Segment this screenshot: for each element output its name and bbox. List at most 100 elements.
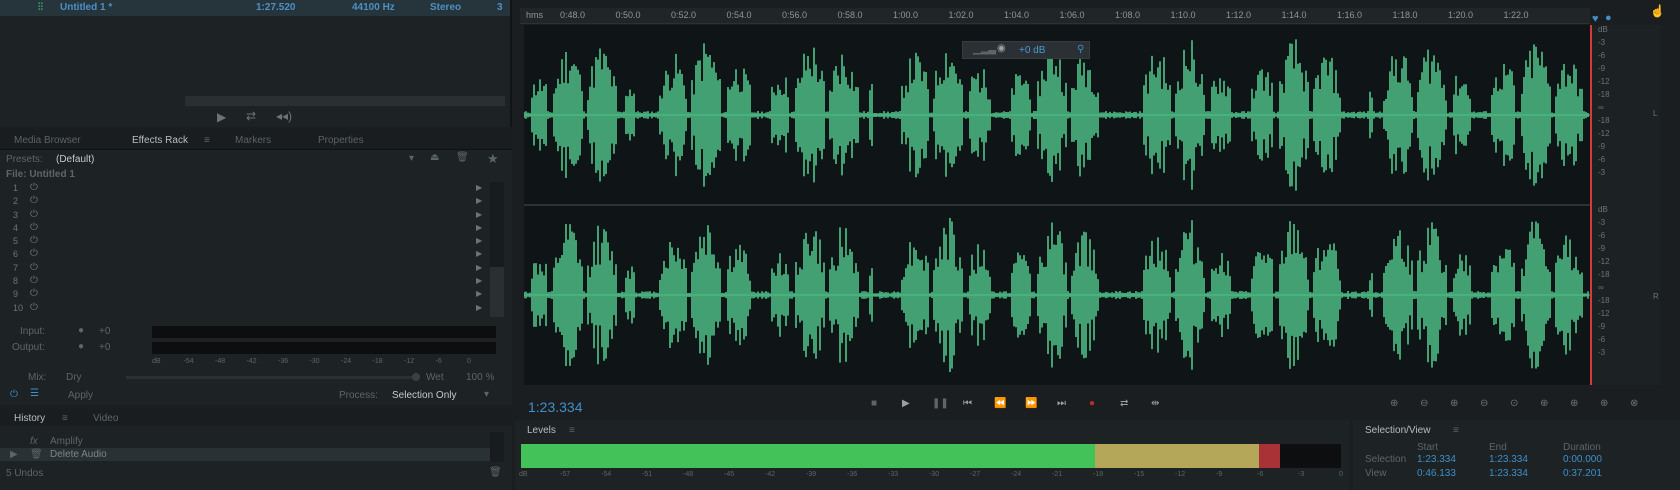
slot-arrow-icon[interactable]: ▶	[476, 289, 482, 298]
slots-scrollbar[interactable]	[490, 182, 504, 317]
effect-slot[interactable]: 5 ⏻ ▶	[8, 235, 488, 248]
tab-effects-rack[interactable]: Effects Rack	[132, 135, 188, 146]
view-end[interactable]: 1:23.334	[1489, 468, 1528, 479]
zoom-full-icon[interactable]: ⊙	[1510, 398, 1518, 409]
power-icon[interactable]: ⏻	[30, 302, 38, 313]
power-icon[interactable]: ⏻	[30, 288, 38, 299]
view-duration[interactable]: 0:37.201	[1563, 468, 1602, 479]
file-row[interactable]: ⫶⫶ Untitled 1 * 1:27.520 44100 Hz Stereo…	[0, 0, 510, 16]
effect-slot[interactable]: 2 ⏻ ▶	[8, 195, 488, 208]
play-button-icon[interactable]: ▶	[902, 398, 910, 409]
selection-duration[interactable]: 0:00.000	[1563, 454, 1602, 465]
fast-forward-icon[interactable]: ⏩	[1025, 398, 1037, 409]
channel-waveform[interactable]	[523, 217, 1589, 373]
selection-view-menu-icon[interactable]: ≡	[1453, 425, 1459, 436]
zoom-in-amplitude-icon[interactable]: ⊕	[1390, 398, 1398, 409]
pause-icon[interactable]: ❚❚	[932, 398, 949, 409]
process-dropdown[interactable]: Selection Only	[392, 390, 456, 401]
record-icon[interactable]: ●	[1089, 398, 1095, 409]
power-icon[interactable]: ⏻	[30, 195, 38, 206]
time-ruler[interactable]: hms 0:48.0 0:50.0 0:52.0 0:54.0 0:56.0 0:58.0 1…	[520, 8, 1590, 24]
delete-preset-icon[interactable]: 🗑	[456, 152, 469, 163]
clear-history-icon[interactable]: 🗑	[489, 467, 502, 478]
favorite-star-icon[interactable]: ★	[487, 151, 499, 167]
hud-volume[interactable]: ▁▂▃ ◉ +0 dB ⚲	[962, 41, 1090, 59]
save-preset-icon[interactable]: ⏏	[430, 152, 439, 163]
waveform-display[interactable]: ▁▂▃ ◉ +0 dB ⚲	[523, 25, 1590, 385]
zoom-in-left-icon[interactable]: ⊕	[1570, 398, 1578, 409]
power-icon[interactable]: ⏻	[30, 222, 38, 233]
view-start[interactable]: 0:46.133	[1417, 468, 1456, 479]
selection-start[interactable]: 1:23.334	[1417, 454, 1456, 465]
tab-video[interactable]: Video	[93, 413, 118, 424]
skip-end-icon[interactable]: ⏭	[1057, 398, 1066, 409]
play-icon[interactable]: ▶	[217, 110, 226, 124]
history-item[interactable]: Amplify	[50, 436, 83, 447]
mix-value[interactable]: 100 %	[466, 372, 494, 383]
zoom-in-right-icon[interactable]: ⊕	[1600, 398, 1608, 409]
mix-slider[interactable]	[126, 373, 420, 381]
selection-end[interactable]: 1:23.334	[1489, 454, 1528, 465]
power-icon[interactable]: ⏻	[30, 248, 38, 259]
power-icon[interactable]: ⏻	[30, 182, 38, 193]
channel-r-label[interactable]: R	[1653, 292, 1659, 301]
effect-slot[interactable]: 1 ⏻ ▶	[8, 182, 488, 195]
slot-arrow-icon[interactable]: ▶	[476, 236, 482, 245]
rewind-icon[interactable]: ⏪	[994, 398, 1006, 409]
input-knob-icon[interactable]: ●	[78, 325, 84, 336]
slot-arrow-icon[interactable]: ▶	[476, 223, 482, 232]
history-item-selected[interactable]: ▶ 🗑 Delete Audio	[0, 448, 490, 461]
input-value[interactable]: +0	[99, 326, 110, 337]
history-menu-icon[interactable]: ≡	[62, 413, 68, 424]
zoom-in-time-icon[interactable]: ⊕	[1450, 398, 1458, 409]
hud-volume-value[interactable]: +0 dB	[1019, 45, 1045, 56]
waveform-svg[interactable]	[523, 25, 1590, 385]
file-list-scroll-thumb[interactable]	[185, 96, 505, 106]
dropdown-arrow-icon[interactable]: ▾	[409, 153, 414, 164]
zoom-reset-icon[interactable]: ⊗	[1630, 398, 1638, 409]
slot-arrow-icon[interactable]: ▶	[476, 303, 482, 312]
channel-waveform[interactable]	[523, 39, 1589, 191]
file-list-scrollbar[interactable]	[185, 96, 505, 106]
list-icon[interactable]: ☰	[30, 388, 39, 399]
current-time[interactable]: 1:23.334	[528, 399, 583, 415]
apply-button[interactable]: Apply	[68, 390, 93, 401]
levels-menu-icon[interactable]: ≡	[569, 425, 575, 436]
playhead[interactable]	[1590, 25, 1592, 385]
tab-markers[interactable]: Markers	[235, 135, 271, 146]
output-knob-icon[interactable]: ●	[78, 341, 84, 352]
volume-knob-icon[interactable]: ◉	[997, 43, 1006, 54]
skip-start-icon[interactable]: ⏮	[963, 398, 972, 409]
headphones-icon[interactable]: ♥	[1592, 13, 1599, 25]
slot-arrow-icon[interactable]: ▶	[476, 210, 482, 219]
effect-slot[interactable]: 8 ⏻ ▶	[8, 275, 488, 288]
zoom-out-amplitude-icon[interactable]: ⊖	[1420, 398, 1428, 409]
slots-scroll-thumb[interactable]	[490, 267, 504, 317]
preset-dropdown[interactable]: (Default)	[56, 154, 94, 165]
zoom-out-time-icon[interactable]: ⊖	[1480, 398, 1488, 409]
stop-icon[interactable]: ■	[871, 398, 877, 409]
slot-arrow-icon[interactable]: ▶	[476, 196, 482, 205]
pin-icon[interactable]: ⚲	[1077, 44, 1084, 55]
effect-slot[interactable]: 10 ⏻ ▶	[8, 302, 488, 315]
channel-l-label[interactable]: L	[1653, 109, 1657, 118]
tab-history[interactable]: History	[14, 413, 45, 424]
power-icon[interactable]: ⏻	[30, 275, 38, 286]
slot-arrow-icon[interactable]: ▶	[476, 276, 482, 285]
zoom-selection-icon[interactable]: ⊕	[1540, 398, 1548, 409]
loop-icon[interactable]: ⇄	[246, 109, 256, 123]
power-icon[interactable]: ⏻	[10, 389, 18, 400]
mono-icon[interactable]: ●	[1605, 12, 1612, 24]
panel-menu-icon[interactable]: ≡	[204, 135, 210, 146]
output-value[interactable]: +0	[99, 342, 110, 353]
slot-arrow-icon[interactable]: ▶	[476, 249, 482, 258]
effect-slot[interactable]: 4 ⏻ ▶	[8, 222, 488, 235]
history-scrollbar[interactable]	[490, 432, 504, 462]
effect-slot[interactable]: 6 ⏻ ▶	[8, 248, 488, 261]
mix-slider-handle[interactable]	[412, 373, 420, 381]
power-icon[interactable]: ⏻	[30, 209, 38, 220]
tab-properties[interactable]: Properties	[318, 135, 364, 146]
effect-slot[interactable]: 9 ⏻ ▶	[8, 288, 488, 301]
power-icon[interactable]: ⏻	[30, 235, 38, 246]
process-dropdown-arrow-icon[interactable]: ▾	[484, 389, 489, 400]
